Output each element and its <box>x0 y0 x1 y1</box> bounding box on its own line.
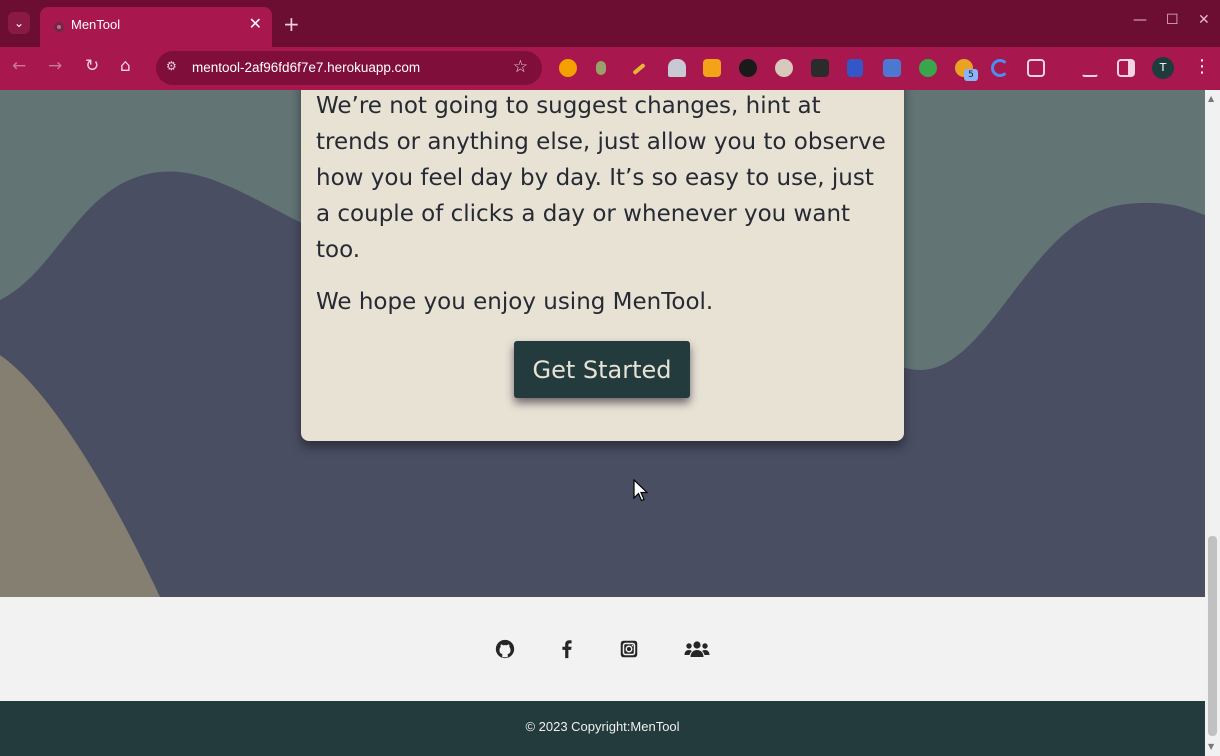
extension-cap-icon[interactable] <box>811 59 829 77</box>
tab-title: MenTool <box>71 17 121 32</box>
url-text[interactable]: mentool-2af96fd6f7e7.herokuapp.com <box>192 60 420 75</box>
tab-search-button[interactable]: ⌄ <box>8 12 30 34</box>
mouse-cursor-icon <box>633 479 649 502</box>
get-started-button[interactable]: Get Started <box>514 341 690 398</box>
intro-card: We’re not going to suggest changes, hint… <box>301 90 904 441</box>
labs-flask-icon[interactable] <box>1081 59 1099 77</box>
intro-text: We’re not going to suggest changes, hint… <box>316 90 891 320</box>
site-footer: © 2023 Copyright:MenTool <box>0 701 1205 756</box>
browser-toolbar: ← → ↻ ⌂ ⚙ mentool-2af96fd6f7e7.herokuapp… <box>0 47 1220 90</box>
minimize-window-icon[interactable]: — <box>1133 12 1147 28</box>
users-icon[interactable] <box>684 638 710 660</box>
extension-unicorn-icon[interactable] <box>668 59 686 77</box>
close-tab-icon[interactable]: ✕ <box>249 14 262 33</box>
side-panel-icon[interactable] <box>1117 59 1135 77</box>
extension-thumb-icon[interactable] <box>919 59 937 77</box>
profile-avatar[interactable]: T <box>1152 57 1174 79</box>
extension-fp-icon[interactable] <box>703 59 721 77</box>
maximize-window-icon[interactable]: ☐ <box>1166 12 1179 28</box>
intro-paragraph-1: We’re not going to suggest changes, hint… <box>316 93 886 263</box>
facebook-icon[interactable] <box>556 638 578 660</box>
github-icon[interactable] <box>494 638 516 660</box>
extension-count-badge: 5 <box>964 69 978 81</box>
extension-paw-icon[interactable] <box>739 59 757 77</box>
extensions-puzzle-icon[interactable] <box>1027 59 1045 77</box>
address-bar[interactable]: ⚙ mentool-2af96fd6f7e7.herokuapp.com ☆ <box>156 51 542 85</box>
scroll-down-arrow-icon[interactable]: ▼ <box>1208 742 1214 751</box>
extension-c-icon[interactable] <box>991 59 1009 77</box>
page-scrollbar[interactable]: ▲ ▼ <box>1205 90 1220 756</box>
page-viewport: We’re not going to suggest changes, hint… <box>0 90 1205 756</box>
home-button[interactable]: ⌂ <box>120 56 131 76</box>
browser-tab[interactable]: MenTool ✕ <box>40 7 272 47</box>
extension-pen-icon[interactable] <box>632 62 646 76</box>
scrollbar-thumb[interactable] <box>1208 536 1217 736</box>
forward-button[interactable]: → <box>48 56 62 76</box>
site-favicon-icon <box>54 22 64 32</box>
extension-bottle-icon[interactable] <box>596 61 606 75</box>
browser-menu-icon[interactable]: ⋮ <box>1193 56 1211 77</box>
reload-button[interactable]: ↻ <box>85 56 99 76</box>
social-links-bar <box>0 597 1205 701</box>
new-tab-button[interactable]: + <box>283 12 300 36</box>
instagram-icon[interactable] <box>618 638 640 660</box>
site-info-icon[interactable]: ⚙ <box>166 59 182 75</box>
scroll-up-arrow-icon[interactable]: ▲ <box>1208 94 1214 103</box>
intro-paragraph-2: We hope you enjoy using MenTool. <box>316 289 714 315</box>
extension-face-icon[interactable] <box>775 59 793 77</box>
extension-flag-icon[interactable] <box>847 59 863 77</box>
close-window-icon[interactable]: ✕ <box>1198 12 1210 28</box>
browser-tab-strip: ⌄ MenTool ✕ + — ☐ ✕ <box>0 0 1220 47</box>
back-button[interactable]: ← <box>12 56 26 76</box>
extension-g-icon[interactable] <box>559 59 577 77</box>
extension-doc-icon[interactable] <box>883 59 901 77</box>
copyright-text: © 2023 Copyright:MenTool <box>525 719 680 734</box>
bookmark-star-icon[interactable]: ☆ <box>513 57 528 77</box>
